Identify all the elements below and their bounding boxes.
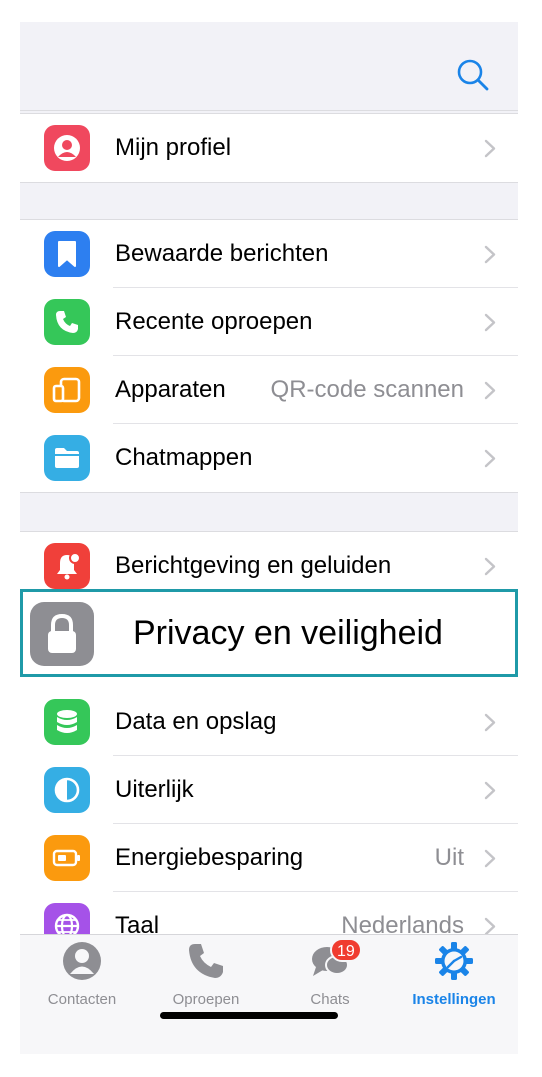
bell-icon [44, 543, 90, 589]
settings-row-devices[interactable]: Apparaten QR-code scannen [20, 356, 518, 424]
chevron-right-icon [484, 713, 496, 732]
settings-row-chat-folders[interactable]: Chatmappen [20, 424, 518, 492]
unread-badge: 19 [330, 938, 362, 962]
tab-settings[interactable]: Instellingen [392, 935, 516, 1025]
chevron-right-icon [484, 557, 496, 576]
row-label: Mijn profiel [115, 134, 232, 161]
row-value: Uit [434, 844, 464, 871]
row-label: Bewaarde berichten [115, 240, 329, 267]
settings-row-privacy-security[interactable]: Privacy en veiligheid [20, 589, 518, 677]
battery-icon [44, 835, 90, 881]
settings-row-saved-messages[interactable]: Bewaarde berichten [20, 220, 518, 288]
row-label: Apparaten [115, 376, 226, 403]
settings-row-profile[interactable]: Mijn profiel [20, 114, 518, 182]
tab-bar: Contacten Oproepen 19 Chats Instellingen [20, 934, 518, 1054]
settings-screen: Mijn profiel Bewaarde berichten Recente … [20, 22, 518, 1054]
settings-row-power-saving[interactable]: Energiebesparing Uit [20, 824, 518, 892]
tab-label: Oproepen [172, 991, 240, 1008]
tab-label: Contacten [47, 991, 117, 1008]
calls-icon [189, 944, 223, 978]
bookmark-icon [44, 231, 90, 277]
row-label: Uiterlijk [115, 776, 194, 803]
navigation-bar [20, 22, 518, 111]
tab-label: Instellingen [412, 991, 496, 1008]
profile-icon [44, 125, 90, 171]
settings-icon [435, 942, 473, 980]
row-value: QR-code scannen [270, 376, 464, 403]
row-label: Energiebesparing [115, 844, 304, 871]
chevron-right-icon [484, 245, 496, 264]
settings-row-appearance[interactable]: Uiterlijk [20, 756, 518, 824]
chevron-right-icon [484, 781, 496, 800]
home-indicator [160, 1012, 338, 1019]
chevron-right-icon [484, 139, 496, 158]
tab-label: Chats [310, 991, 350, 1008]
chevron-right-icon [484, 381, 496, 400]
chevron-right-icon [484, 313, 496, 332]
settings-row-data-storage[interactable]: Data en opslag [20, 688, 518, 756]
devices-icon [44, 367, 90, 413]
content-group: Bewaarde berichten Recente oproepen Appa… [20, 219, 518, 493]
row-label: Recente oproepen [115, 308, 313, 335]
search-icon[interactable] [456, 58, 490, 92]
phone-icon [44, 299, 90, 345]
row-label: Data en opslag [115, 708, 277, 735]
folder-icon [44, 435, 90, 481]
lock-icon [30, 602, 94, 666]
tab-contacts[interactable]: Contacten [20, 935, 144, 1025]
row-label: Privacy en veiligheid [133, 614, 443, 652]
chevron-right-icon [484, 449, 496, 468]
appearance-icon [44, 767, 90, 813]
chevron-right-icon [484, 849, 496, 868]
settings-row-recent-calls[interactable]: Recente oproepen [20, 288, 518, 356]
profile-group: Mijn profiel [20, 113, 518, 183]
row-label: Chatmappen [115, 444, 253, 471]
database-icon [44, 699, 90, 745]
contacts-icon [63, 942, 101, 980]
